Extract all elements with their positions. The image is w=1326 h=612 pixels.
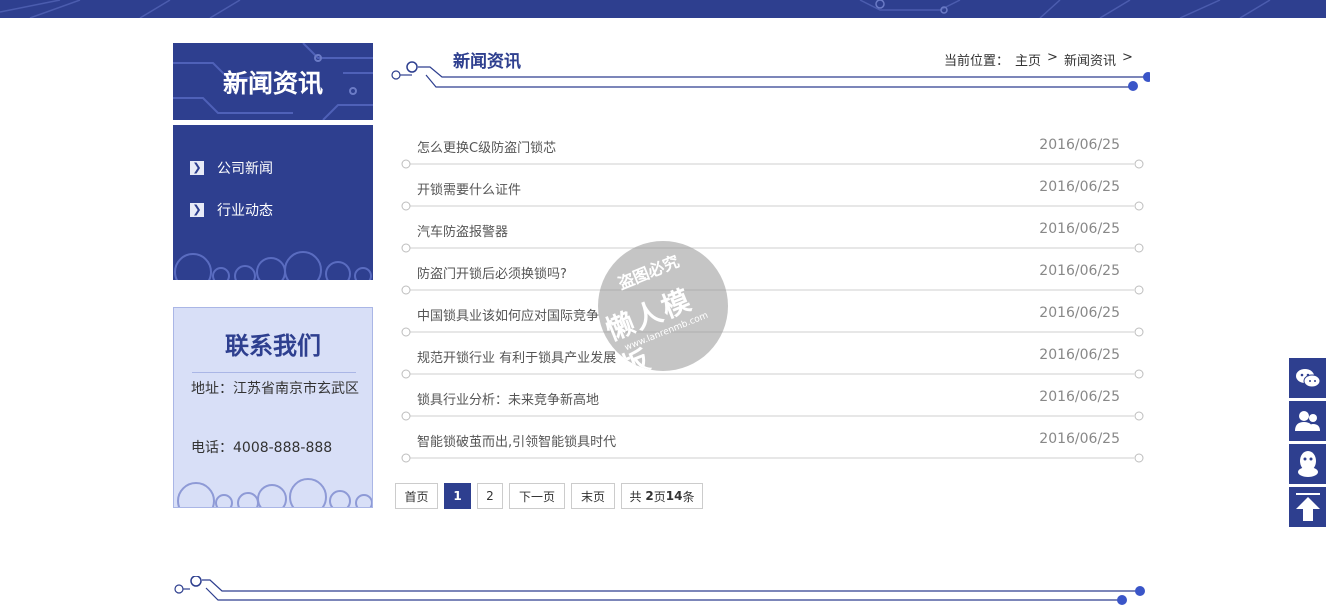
sidebar-title-panel: 新闻资讯 (173, 43, 373, 120)
news-date: 2016/06/25 (1039, 389, 1120, 405)
page-info-prefix: 共 (629, 489, 642, 504)
news-row[interactable]: 锁具行业分析：未来竞争新高地 2016/06/25 (400, 389, 1144, 431)
news-title-link[interactable]: 中国锁具业该如何应对国际竞争 (417, 305, 599, 324)
news-divider (401, 369, 1144, 379)
sidebar-item-industry-news[interactable]: ❯ 行业动态 (190, 199, 273, 221)
qq-button[interactable] (1289, 444, 1326, 484)
news-date: 2016/06/25 (1039, 263, 1120, 279)
news-date: 2016/06/25 (1039, 431, 1120, 447)
contact-phone: 电话：4008-888-888 (191, 440, 333, 456)
qq-icon (1297, 451, 1318, 477)
news-title-link[interactable]: 开锁需要什么证件 (417, 179, 521, 198)
news-row[interactable]: 汽车防盗报警器 2016/06/25 (400, 221, 1144, 263)
news-row[interactable]: 智能锁破茧而出,引领智能锁具时代 2016/06/25 (400, 431, 1144, 473)
watermark: 盗图必究 懒人模板 www.lanrenmb.com (598, 241, 728, 371)
sidebar-item-label: 行业动态 (217, 203, 273, 219)
page-1-button[interactable]: 1 (444, 483, 471, 509)
sidebar-item-label: 公司新闻 (217, 161, 273, 177)
news-divider (401, 453, 1144, 463)
top-banner-strip (0, 0, 1326, 18)
page-info-count: 14 (665, 489, 683, 503)
news-title-link[interactable]: 智能锁破茧而出,引领智能锁具时代 (417, 431, 616, 450)
news-divider (401, 411, 1144, 421)
circuit-decoration (0, 0, 1271, 18)
page-info-pages: 2 (645, 489, 654, 503)
contact-address: 地址：江苏省南京市玄武区 (191, 381, 359, 397)
news-title-link[interactable]: 汽车防盗报警器 (417, 221, 508, 240)
breadcrumb-separator: > (1121, 50, 1133, 65)
contact-users-button[interactable] (1289, 401, 1326, 441)
wechat-icon (1295, 369, 1320, 388)
next-page-button[interactable]: 下一页 (509, 483, 565, 509)
news-title-link[interactable]: 规范开锁行业 有利于锁具产业发展 (417, 347, 616, 366)
news-divider (401, 201, 1144, 211)
users-icon (1294, 411, 1320, 431)
back-to-top-button[interactable] (1289, 487, 1326, 527)
news-date: 2016/06/25 (1039, 221, 1120, 237)
news-title-link[interactable]: 怎么更换C级防盗门锁芯 (417, 137, 556, 156)
news-title-link[interactable]: 锁具行业分析：未来竞争新高地 (417, 389, 599, 408)
news-row[interactable]: 防盗门开锁后必须换锁吗? 2016/06/25 (400, 263, 1144, 305)
breadcrumb-home-link[interactable]: 主页 (1015, 50, 1041, 69)
pagination: 首页 1 2 下一页 末页 共 2 页 14 条 (395, 483, 703, 509)
page-info-suffix: 条 (682, 489, 695, 504)
page-info: 共 2 页 14 条 (621, 483, 703, 509)
news-row[interactable]: 规范开锁行业 有利于锁具产业发展 2016/06/25 (400, 347, 1144, 389)
arrow-up-icon (1295, 493, 1320, 521)
news-divider (401, 327, 1144, 337)
page-title: 新闻资讯 (453, 52, 521, 72)
news-divider (401, 285, 1144, 295)
chevron-right-icon: ❯ (190, 203, 204, 217)
news-date: 2016/06/25 (1039, 305, 1120, 321)
gears-decoration (177, 478, 372, 507)
sidebar-title: 新闻资讯 (222, 68, 323, 98)
news-divider (401, 243, 1144, 253)
breadcrumb-separator: > (1047, 50, 1058, 65)
page-info-mid: 页 (653, 489, 666, 504)
news-row[interactable]: 中国锁具业该如何应对国际竞争 2016/06/25 (400, 305, 1144, 347)
news-row[interactable]: 怎么更换C级防盗门锁芯 2016/06/25 (400, 137, 1144, 179)
wechat-button[interactable] (1289, 358, 1326, 398)
contact-title: 联系我们 (225, 332, 321, 360)
news-row[interactable]: 开锁需要什么证件 2016/06/25 (400, 179, 1144, 221)
chevron-right-icon: ❯ (190, 161, 204, 175)
contact-panel: 联系我们 地址：江苏省南京市玄武区 电话：4008-888-888 (173, 307, 373, 508)
news-divider (401, 159, 1144, 169)
breadcrumb-current-link[interactable]: 新闻资讯 (1064, 50, 1116, 69)
news-date: 2016/06/25 (1039, 347, 1120, 363)
breadcrumb-label: 当前位置： (944, 54, 1010, 69)
footer-circuit-line (174, 576, 1145, 605)
news-title-link[interactable]: 防盗门开锁后必须换锁吗? (417, 263, 567, 282)
breadcrumb: 当前位置： 主页 > 新闻资讯 > (944, 50, 1133, 69)
first-page-button[interactable]: 首页 (395, 483, 438, 509)
gears-decoration (174, 251, 372, 280)
news-date: 2016/06/25 (1039, 137, 1120, 153)
news-date: 2016/06/25 (1039, 179, 1120, 195)
sidebar-menu: ❯ 公司新闻 ❯ 行业动态 (173, 125, 373, 280)
divider (192, 372, 356, 373)
sidebar-item-company-news[interactable]: ❯ 公司新闻 (190, 157, 273, 179)
page-2-button[interactable]: 2 (477, 483, 503, 509)
last-page-button[interactable]: 末页 (571, 483, 615, 509)
